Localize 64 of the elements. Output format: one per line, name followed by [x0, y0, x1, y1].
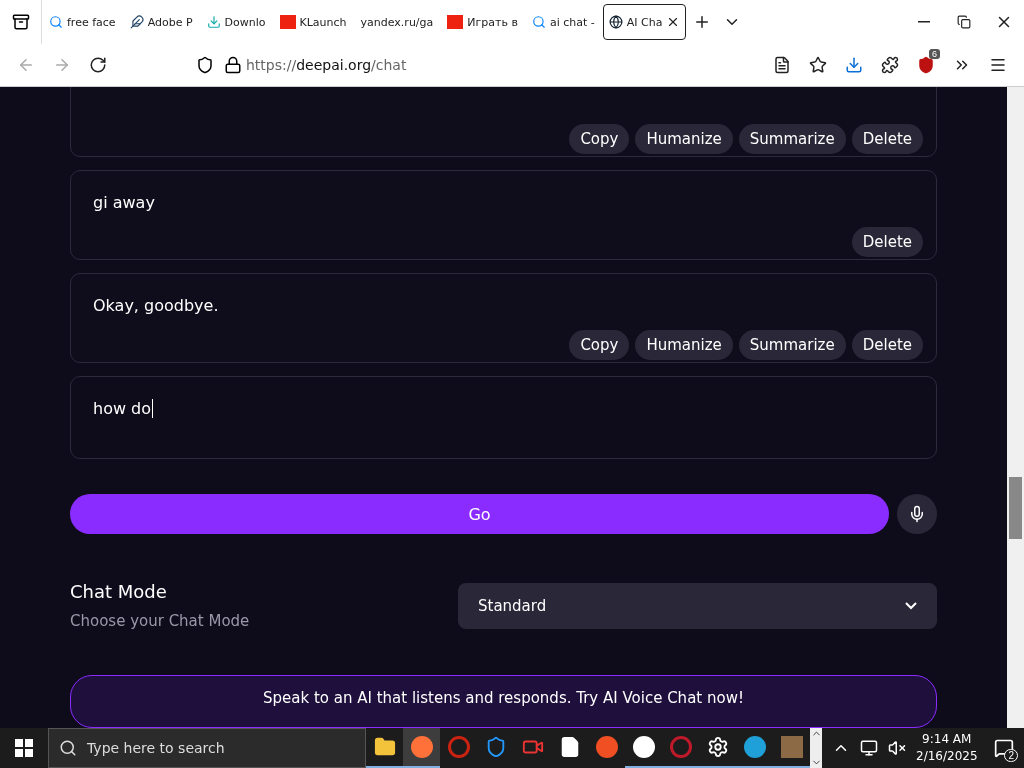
crate-icon: [780, 736, 803, 758]
shield-icon[interactable]: [196, 56, 214, 74]
network-icon[interactable]: [860, 739, 878, 757]
logo-icon: [447, 15, 464, 29]
folder-icon: [373, 736, 396, 758]
ring-logo-icon: [447, 736, 470, 758]
browser-logo-icon: [595, 736, 618, 758]
ring-logo-icon: [669, 736, 692, 758]
logo-icon: [279, 15, 296, 29]
url-field[interactable]: https://deepai.org/chat: [246, 57, 407, 73]
puzzle-icon: [881, 56, 899, 74]
settings-icon: [706, 736, 729, 758]
message-action-button[interactable]: Summarize: [738, 124, 846, 154]
message-action-button[interactable]: Humanize: [635, 330, 733, 360]
shield-extension-button[interactable]: 6: [908, 47, 944, 83]
windows-logo-icon: [15, 739, 33, 757]
message-icon: [994, 738, 1014, 758]
clock[interactable]: 9:14 AM 2/16/2025: [916, 731, 978, 765]
browser-logo-icon: [632, 736, 655, 758]
download-icon: [206, 15, 221, 29]
taskbar-search-field[interactable]: Type here to search: [48, 728, 366, 768]
download-icon: [845, 56, 863, 74]
tray-icon: [11, 13, 30, 31]
browser-logo-icon: [410, 736, 433, 758]
message-action-button[interactable]: Humanize: [635, 124, 733, 154]
message-action-button[interactable]: Copy: [569, 330, 630, 360]
chat-mode-subtitle: Choose your Chat Mode: [70, 612, 250, 630]
message-action-button[interactable]: Copy: [569, 124, 630, 154]
search-icon: [531, 15, 546, 29]
scrollbar-thumb[interactable]: [1009, 477, 1022, 539]
reload-icon: [89, 56, 107, 74]
message-action-button[interactable]: Summarize: [738, 330, 846, 360]
message-action-button[interactable]: Delete: [851, 227, 923, 257]
message-text: gi away: [93, 193, 156, 213]
chat-input-field[interactable]: how do: [70, 376, 937, 459]
search-icon: [49, 15, 63, 29]
arrow-right-icon: [53, 56, 71, 74]
search-icon: [59, 739, 77, 757]
message-action-button[interactable]: Delete: [851, 330, 923, 360]
chevron-down-icon: [905, 601, 917, 610]
shield-icon: [917, 56, 935, 74]
chat-mode-select[interactable]: Standard: [458, 582, 937, 629]
notifications-button[interactable]: 2: [984, 728, 1024, 768]
count-badge: 6: [929, 49, 940, 59]
minimize-icon: [918, 21, 930, 23]
star-icon: [809, 56, 827, 74]
microphone-icon: [908, 505, 926, 523]
input-text: how do: [93, 399, 154, 418]
feather-icon: [129, 15, 144, 29]
browser-logo-icon: [743, 736, 766, 758]
voice-chat-banner[interactable]: Speak to an AI that listens and responds. Try AI Voice Chat now!: [70, 675, 937, 728]
lock-icon[interactable]: [224, 56, 242, 74]
restore-icon: [957, 15, 971, 29]
microphone-button[interactable]: [897, 494, 937, 534]
message-action-button[interactable]: Delete: [851, 124, 923, 154]
muted-speaker-icon[interactable]: [888, 739, 906, 757]
go-button[interactable]: Go: [70, 494, 889, 534]
globe-icon: [608, 15, 623, 29]
chat-mode-title: Chat Mode: [70, 581, 168, 602]
message-text: Okay, goodbye.: [93, 296, 220, 316]
document-icon: [773, 56, 791, 74]
count-badge: 2: [1004, 749, 1018, 762]
browser-tab[interactable]: AI Cha: [602, 4, 687, 40]
menu-icon: [989, 56, 1007, 74]
